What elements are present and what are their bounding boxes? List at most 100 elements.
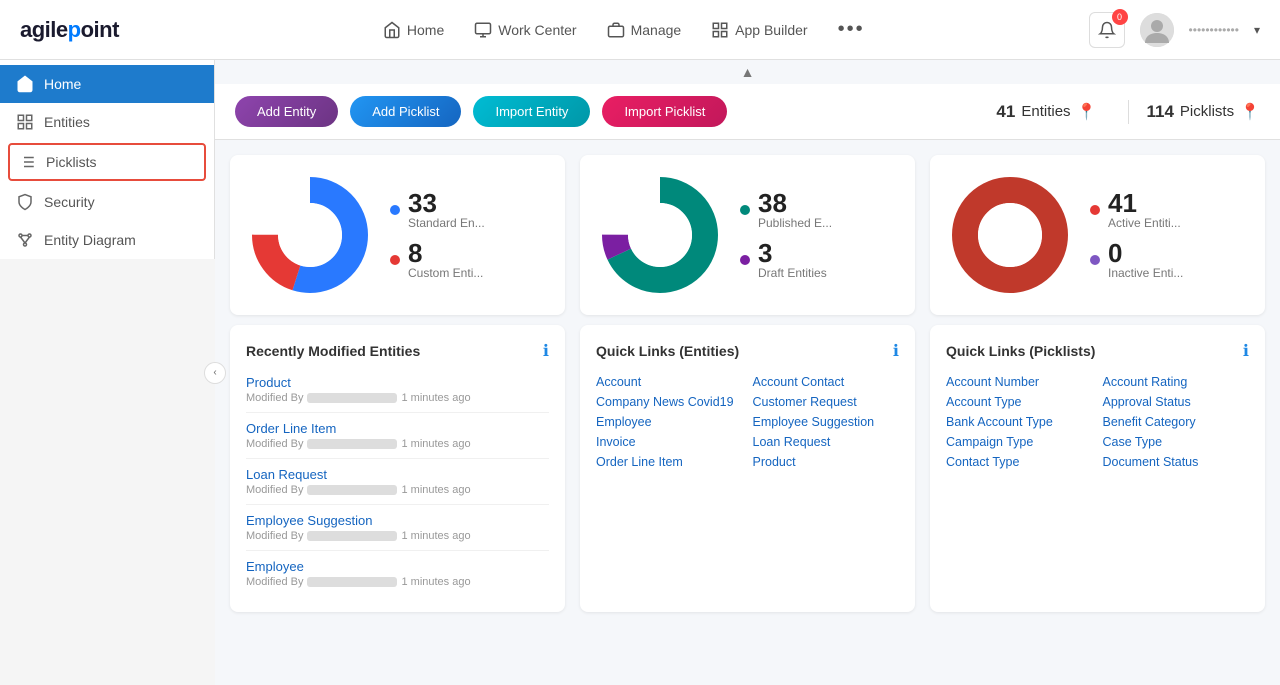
nav-manage-label: Manage xyxy=(631,22,682,38)
quick-link-account-rating[interactable]: Account Rating xyxy=(1103,375,1250,389)
standard-label: Standard En... xyxy=(408,216,485,230)
list-item: Employee Suggestion Modified By 1 minute… xyxy=(246,513,549,551)
active-count: 41 xyxy=(1108,190,1181,216)
sidebar-item-entities[interactable]: Entities xyxy=(0,103,214,141)
notifications-button[interactable]: 0 xyxy=(1089,12,1125,48)
chart-legend-3: 41 Active Entiti... 0 Inactive Enti... xyxy=(1090,190,1183,280)
add-picklist-button[interactable]: Add Picklist xyxy=(350,96,461,127)
import-picklist-button[interactable]: Import Picklist xyxy=(602,96,727,127)
inactive-dot xyxy=(1090,255,1100,265)
quick-link-account[interactable]: Account xyxy=(596,375,743,389)
chart-legend-2: 38 Published E... 3 Draft Entities xyxy=(740,190,832,280)
quick-links-picklists-header: Quick Links (Picklists) ℹ xyxy=(946,341,1249,361)
user-menu-chevron[interactable]: ▾ xyxy=(1254,23,1260,37)
nav-right: 0 •••••••••••• ▾ xyxy=(1089,12,1260,48)
donut-chart-3 xyxy=(950,175,1070,295)
nav-home-label: Home xyxy=(407,22,444,38)
quick-links-picklists-grid: Account Number Account Rating Account Ty… xyxy=(946,375,1249,469)
sidebar-item-home[interactable]: Home xyxy=(0,65,214,103)
custom-count: 8 xyxy=(408,240,483,266)
quick-link-account-number[interactable]: Account Number xyxy=(946,375,1093,389)
sidebar-entities-label: Entities xyxy=(44,114,90,130)
nav-appbuilder[interactable]: App Builder xyxy=(711,21,807,39)
quick-link-product[interactable]: Product xyxy=(753,455,900,469)
sidebar-collapse-button[interactable]: ‹ xyxy=(204,362,226,384)
entities-location-icon: 📍 xyxy=(1077,102,1097,122)
sidebar-security-label: Security xyxy=(44,194,95,210)
legend-item-custom: 8 Custom Enti... xyxy=(390,240,485,280)
quick-link-invoice[interactable]: Invoice xyxy=(596,435,743,449)
modified-item-meta: Modified By 1 minutes ago xyxy=(246,438,549,450)
quick-link-employee-suggestion[interactable]: Employee Suggestion xyxy=(753,415,900,429)
legend-item-draft: 3 Draft Entities xyxy=(740,240,832,280)
modified-item-name[interactable]: Employee Suggestion xyxy=(246,513,549,528)
quick-link-loan-request[interactable]: Loan Request xyxy=(753,435,900,449)
quick-link-benefit-category[interactable]: Benefit Category xyxy=(1103,415,1250,429)
active-dot xyxy=(1090,205,1100,215)
picklists-location-icon: 📍 xyxy=(1240,102,1260,122)
quick-links-entities-card: Quick Links (Entities) ℹ Account Account… xyxy=(580,325,915,612)
add-entity-button[interactable]: Add Entity xyxy=(235,96,338,127)
picklists-icon xyxy=(18,153,36,171)
list-item: Loan Request Modified By 1 minutes ago xyxy=(246,467,549,505)
quick-link-approval-status[interactable]: Approval Status xyxy=(1103,395,1250,409)
quick-links-entities-header: Quick Links (Entities) ℹ xyxy=(596,341,899,361)
quick-link-case-type[interactable]: Case Type xyxy=(1103,435,1250,449)
nav-items: Home Work Center Manage App Builder ••• xyxy=(159,18,1089,41)
entities-number: 41 xyxy=(996,102,1015,122)
quick-link-contact-type[interactable]: Contact Type xyxy=(946,455,1093,469)
sidebar-item-entity-diagram[interactable]: Entity Diagram xyxy=(0,221,214,259)
quick-link-bank-account-type[interactable]: Bank Account Type xyxy=(946,415,1093,429)
list-item: Product Modified By 1 minutes ago xyxy=(246,375,549,413)
quick-links-entities-info-icon[interactable]: ℹ xyxy=(893,341,899,361)
quick-link-employee[interactable]: Employee xyxy=(596,415,743,429)
avatar[interactable] xyxy=(1140,13,1174,47)
modified-item-name[interactable]: Order Line Item xyxy=(246,421,549,436)
modified-item-meta: Modified By 1 minutes ago xyxy=(246,484,549,496)
modified-item-meta: Modified By 1 minutes ago xyxy=(246,576,549,588)
sidebar-picklists-label: Picklists xyxy=(46,154,97,170)
picklists-number: 114 xyxy=(1146,102,1173,122)
sidebar-home-label: Home xyxy=(44,76,81,92)
modified-item-name[interactable]: Employee xyxy=(246,559,549,574)
legend-item-published: 38 Published E... xyxy=(740,190,832,230)
quick-link-company-news[interactable]: Company News Covid19 xyxy=(596,395,743,409)
sidebar-item-picklists[interactable]: Picklists xyxy=(8,143,206,181)
modified-item-name[interactable]: Loan Request xyxy=(246,467,549,482)
chevron-up-icon[interactable]: ▲ xyxy=(741,64,755,80)
inactive-label: Inactive Enti... xyxy=(1108,266,1183,280)
legend-item-standard: 33 Standard En... xyxy=(390,190,485,230)
quick-link-account-type[interactable]: Account Type xyxy=(946,395,1093,409)
quick-link-account-contact[interactable]: Account Contact xyxy=(753,375,900,389)
published-dot xyxy=(740,205,750,215)
top-navigation: agilepoint Home Work Center Manage App B… xyxy=(0,0,1280,60)
recently-modified-info-icon[interactable]: ℹ xyxy=(543,341,549,361)
chevron-up-bar: ▲ xyxy=(215,60,1280,84)
active-label: Active Entiti... xyxy=(1108,216,1181,230)
nav-workcenter[interactable]: Work Center xyxy=(474,21,576,39)
quick-link-campaign-type[interactable]: Campaign Type xyxy=(946,435,1093,449)
nav-home[interactable]: Home xyxy=(383,21,444,39)
quick-link-order-line-item[interactable]: Order Line Item xyxy=(596,455,743,469)
entities-count-display: 41 Entities 📍 xyxy=(996,102,1096,122)
quick-link-customer-request[interactable]: Customer Request xyxy=(753,395,900,409)
import-entity-button[interactable]: Import Entity xyxy=(473,96,590,127)
list-item: Employee Modified By 1 minutes ago xyxy=(246,559,549,596)
quick-links-picklists-title: Quick Links (Picklists) xyxy=(946,343,1095,359)
logo[interactable]: agilepoint xyxy=(20,17,119,43)
quick-links-picklists-info-icon[interactable]: ℹ xyxy=(1243,341,1249,361)
modified-item-name[interactable]: Product xyxy=(246,375,549,390)
nav-workcenter-label: Work Center xyxy=(498,22,576,38)
list-item: Order Line Item Modified By 1 minutes ag… xyxy=(246,421,549,459)
recently-modified-card: Recently Modified Entities ℹ Product Mod… xyxy=(230,325,565,612)
recently-modified-header: Recently Modified Entities ℹ xyxy=(246,341,549,361)
quick-link-document-status[interactable]: Document Status xyxy=(1103,455,1250,469)
nav-manage[interactable]: Manage xyxy=(607,21,682,39)
grid-icon xyxy=(711,21,729,39)
nav-more-button[interactable]: ••• xyxy=(838,18,865,41)
draft-dot xyxy=(740,255,750,265)
logo-text: agilepoint xyxy=(20,17,119,43)
donut-chart-1 xyxy=(250,175,370,295)
sidebar-item-security[interactable]: Security xyxy=(0,183,214,221)
user-name-label: •••••••••••• xyxy=(1189,23,1239,37)
